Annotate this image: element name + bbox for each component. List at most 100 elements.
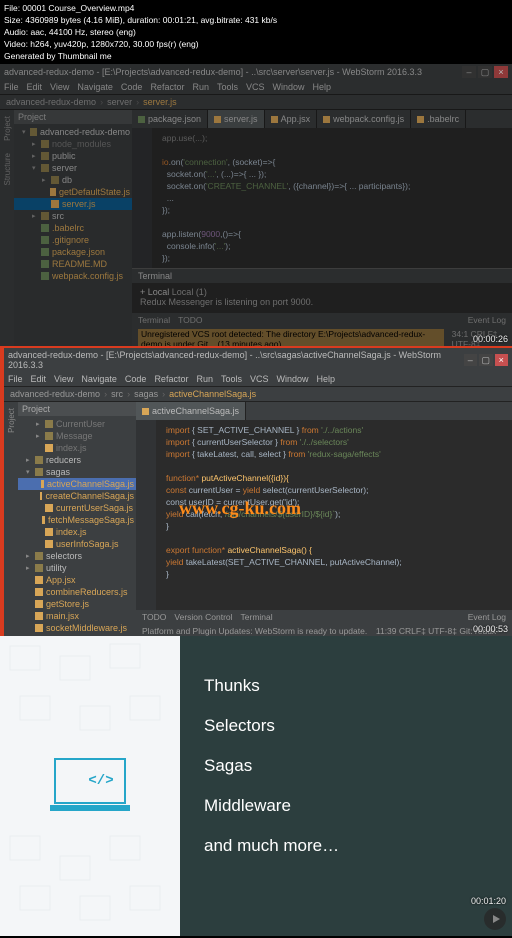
tree-node[interactable]: ▸db — [14, 174, 132, 186]
project-label: Project — [18, 112, 46, 122]
crumb-file[interactable]: activeChannelSaga.js — [169, 389, 256, 399]
play-icon[interactable] — [484, 908, 506, 930]
window-titlebar: advanced-redux-demo - [E:\Projects\advan… — [0, 64, 512, 80]
tree-node[interactable]: index.js — [18, 526, 136, 538]
maximize-button[interactable]: ▢ — [479, 354, 493, 366]
tree-node[interactable]: ▸reducers — [18, 454, 136, 466]
tree-node[interactable]: ▸src — [14, 210, 132, 222]
tree-node[interactable]: index.js — [18, 442, 136, 454]
maximize-button[interactable]: ▢ — [478, 66, 492, 78]
tree-node[interactable]: .gitignore — [14, 234, 132, 246]
editor-tab[interactable]: webpack.config.js — [317, 110, 411, 128]
tool-window-tabs: Project Structure — [0, 110, 14, 351]
menu-run[interactable]: Run — [192, 82, 209, 92]
editor-tab[interactable]: App.jsx — [265, 110, 318, 128]
editor-tabs: activeChannelSaga.js — [136, 402, 512, 420]
project-tree: ▸CurrentUser▸Messageindex.js▸reducers▾sa… — [18, 416, 136, 648]
tree-node[interactable]: ▾sagas — [18, 466, 136, 478]
tree-node[interactable]: combineReducers.js — [18, 586, 136, 598]
menu-refactor[interactable]: Refactor — [154, 374, 188, 384]
editor-tab[interactable]: package.json — [132, 110, 208, 128]
tree-node[interactable]: server.js — [14, 198, 132, 210]
project-tool-tab[interactable]: Project — [2, 110, 13, 147]
menu-vcs[interactable]: VCS — [250, 374, 269, 384]
tree-node[interactable]: package.json — [14, 246, 132, 258]
tree-node[interactable]: socketMiddleware.js — [18, 622, 136, 634]
menu-navigate[interactable]: Navigate — [81, 374, 117, 384]
menu-window[interactable]: Window — [273, 82, 305, 92]
menu-code[interactable]: Code — [125, 374, 147, 384]
tree-node[interactable]: ▾advanced-redux-demo — [14, 126, 132, 138]
tree-node[interactable]: activeChannelSaga.js — [18, 478, 136, 490]
tree-node[interactable]: userInfoSaga.js — [18, 538, 136, 550]
tree-node[interactable]: getDefaultState.js — [14, 186, 132, 198]
window-title: advanced-redux-demo - [E:\Projects\advan… — [8, 350, 462, 370]
meta-generator: Generated by Thumbnail me — [4, 50, 508, 62]
menu-refactor[interactable]: Refactor — [150, 82, 184, 92]
menu-view[interactable]: View — [50, 82, 69, 92]
minimize-button[interactable]: – — [464, 354, 478, 366]
editor-tab[interactable]: activeChannelSaga.js — [136, 402, 246, 420]
project-panel: Project ▸CurrentUser▸Messageindex.js▸red… — [18, 402, 136, 648]
tree-node[interactable]: getStore.js — [18, 598, 136, 610]
menu-edit[interactable]: Edit — [31, 374, 47, 384]
menu-window[interactable]: Window — [277, 374, 309, 384]
menu-tools[interactable]: Tools — [217, 82, 238, 92]
close-button[interactable]: × — [494, 66, 508, 78]
menu-file[interactable]: File — [4, 82, 19, 92]
event-log[interactable]: Event Log — [468, 315, 506, 325]
tree-node[interactable]: App.jsx — [18, 574, 136, 586]
tree-node[interactable]: ▸utility — [18, 562, 136, 574]
project-tool-tab[interactable]: Project — [6, 402, 17, 439]
editor-tab[interactable]: .babelrc — [411, 110, 466, 128]
tree-node[interactable]: ▸public — [14, 150, 132, 162]
menu-help[interactable]: Help — [313, 82, 332, 92]
tree-node[interactable]: ▸CurrentUser — [18, 418, 136, 430]
menu-edit[interactable]: Edit — [27, 82, 43, 92]
tree-node[interactable]: webpack.config.js — [14, 270, 132, 282]
course-slide: </> Thunks Selectors Sagas Middleware an… — [0, 636, 512, 936]
minimize-button[interactable]: – — [462, 66, 476, 78]
tree-node[interactable]: ▸Message — [18, 430, 136, 442]
menu-file[interactable]: File — [8, 374, 23, 384]
tree-node[interactable]: ▸selectors — [18, 550, 136, 562]
status-vcs[interactable]: Version Control — [174, 612, 232, 622]
crumb[interactable]: advanced-redux-demo — [6, 97, 96, 107]
crumb[interactable]: src — [111, 389, 123, 399]
status-todo[interactable]: TODO — [178, 315, 202, 325]
slide-illustration: </> — [0, 636, 180, 936]
menu-code[interactable]: Code — [121, 82, 143, 92]
event-log[interactable]: Event Log — [468, 612, 506, 622]
tree-node[interactable]: ▸node_modules — [14, 138, 132, 150]
menu-view[interactable]: View — [54, 374, 73, 384]
meta-size: Size: 4360989 bytes (4.16 MiB), duration… — [4, 14, 508, 26]
menu-run[interactable]: Run — [196, 374, 213, 384]
tree-node[interactable]: createChannelSaga.js — [18, 490, 136, 502]
editor-area: activeChannelSaga.js import { SET_ACTIVE… — [136, 402, 512, 648]
crumb-file[interactable]: server.js — [143, 97, 177, 107]
tree-node[interactable]: .babelrc — [14, 222, 132, 234]
structure-tool-tab[interactable]: Structure — [2, 147, 13, 191]
editor-tab[interactable]: server.js — [208, 110, 265, 128]
tree-node[interactable]: fetchMessageSaga.js — [18, 514, 136, 526]
status-terminal[interactable]: Terminal — [241, 612, 273, 622]
menu-bar: File Edit View Navigate Code Refactor Ru… — [0, 80, 512, 94]
project-tree: ▾advanced-redux-demo▸node_modules▸public… — [14, 124, 132, 284]
crumb[interactable]: server — [107, 97, 132, 107]
tree-node[interactable]: currentUserSaga.js — [18, 502, 136, 514]
menu-tools[interactable]: Tools — [221, 374, 242, 384]
crumb[interactable]: advanced-redux-demo — [10, 389, 100, 399]
menu-navigate[interactable]: Navigate — [77, 82, 113, 92]
menu-vcs[interactable]: VCS — [246, 82, 265, 92]
status-todo[interactable]: TODO — [142, 612, 166, 622]
menu-help[interactable]: Help — [317, 374, 336, 384]
close-button[interactable]: × — [495, 354, 509, 366]
crumb[interactable]: sagas — [134, 389, 158, 399]
code-editor[interactable]: import { SET_ACTIVE_CHANNEL } from './..… — [136, 420, 512, 610]
tree-node[interactable]: main.jsx — [18, 610, 136, 622]
tree-node[interactable]: README.MD — [14, 258, 132, 270]
tree-node[interactable]: ▾server — [14, 162, 132, 174]
terminal-output[interactable]: + Local Local (1) Redux Messenger is lis… — [132, 283, 512, 313]
status-terminal[interactable]: Terminal — [138, 315, 170, 325]
code-editor[interactable]: app.use(...); io.on('connection', (socke… — [132, 128, 512, 268]
